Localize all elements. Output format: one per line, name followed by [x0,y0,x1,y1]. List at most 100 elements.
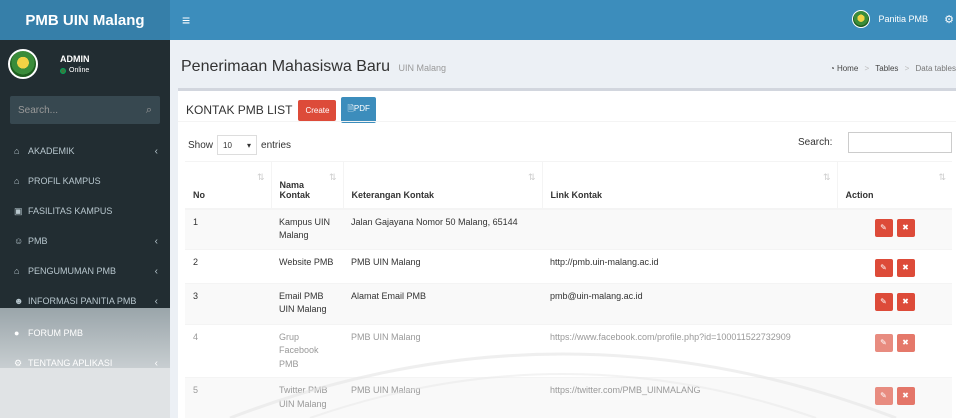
gear-icon[interactable]: ⚙ [944,13,954,26]
edit-button[interactable]: ✎ [874,258,893,277]
column-label: No [193,189,205,200]
box-header: KONTAK PMB LIST Create 🗎PDF [186,97,376,123]
delete-button[interactable]: ✖ [896,387,915,405]
breadcrumb-current: Data tables [915,64,956,73]
top-navbar: ≡ Panitia PMB ⚙ [170,0,956,40]
edit-icon: ✎ [880,391,887,400]
delete-button[interactable]: ✖ [896,218,915,237]
entries-label: entries [261,139,292,151]
sidebar-item-akademik[interactable]: ⌂ AKADEMIK ‹ [0,136,170,166]
cell-no: 3 [185,282,271,324]
sort-icon: ⇅ [527,172,536,182]
cell-link: https://twitter.com/PMB_UINMALANG [542,377,837,418]
delete-button[interactable]: ✖ [896,333,915,352]
column-header-no[interactable]: No ⇅ [185,161,272,210]
edit-button[interactable]: ✎ [874,333,893,352]
page-title-text: Penerimaan Mahasiswa Baru [181,58,390,75]
cell-nama: Twitter PMB UIN Malang [271,377,343,418]
column-label: Action [845,189,874,200]
sidebar-item-label: FASILITAS KAMPUS [28,206,113,216]
table-search-input[interactable] [848,132,952,153]
sidebar-item-pengumuman-pmb[interactable]: ⌂ PENGUMUMAN PMB ‹ [0,256,170,286]
pdf-button-label: PDF [353,104,370,113]
edit-icon: ✎ [880,296,887,306]
users-icon: ☺ [14,236,24,246]
sidebar-item-forum-pmb[interactable]: ● FORUM PMB [0,318,170,348]
cell-no: 5 [185,377,271,418]
sort-icon: ⇅ [328,172,337,182]
cell-no: 4 [185,323,271,378]
column-header-action[interactable]: Action ⇅ [837,161,952,210]
page-title: Penerimaan Mahasiswa Baru UIN Malang [181,58,446,76]
breadcrumb-home[interactable]: Home [837,64,858,73]
cell-link [542,208,837,249]
sidebar-item-label: PROFIL KAMPUS [28,176,101,186]
user-group-icon: ☻ [14,296,24,306]
edit-button[interactable]: ✎ [874,387,893,405]
edit-icon: ✎ [880,222,887,232]
table-row: 1 Kampus UIN Malang Jalan Gajayana Nomor… [185,208,952,249]
cell-nama: Website PMB [271,248,343,283]
sort-icon: ⇅ [938,172,946,182]
column-header-nama-kontak[interactable]: Nama Kontak ⇅ [271,161,344,210]
column-header-keterangan-kontak[interactable]: Keterangan Kontak ⇅ [343,161,543,210]
cell-nama: Grup Facebook PMB [271,323,343,378]
sidebar-search-placeholder: Search... [18,104,59,116]
entries-value: 10 [223,140,232,150]
edit-button[interactable]: ✎ [874,292,893,311]
menu-toggle-icon[interactable]: ≡ [182,12,190,28]
breadcrumb: ◔ Home > Tables > Data tables [829,64,956,73]
breadcrumb-tables[interactable]: Tables [875,64,898,73]
avatar [852,10,871,28]
dashboard-icon: ◔ [829,64,835,73]
show-label: Show [188,139,214,151]
user-menu[interactable]: Panitia PMB [852,10,928,28]
sidebar-item-pmb[interactable]: ☺ PMB ‹ [0,226,170,256]
edit-icon: ✎ [880,337,887,347]
cell-link: https://www.facebook.com/profile.php?id=… [542,323,837,378]
sidebar-item-label: TENTANG APLIKASI [28,358,113,368]
cell-nama: Email PMB UIN Malang [271,282,343,324]
column-label: Link Kontak [550,189,603,200]
user-status-label: Online [69,67,90,74]
bank-icon: ⌂ [14,266,20,276]
cell-action: ✎ ✖ [837,282,952,324]
box-title: KONTAK PMB LIST [186,103,293,117]
cell-nama: Kampus UIN Malang [271,208,343,249]
delete-button[interactable]: ✖ [896,292,915,311]
trash-icon: ✖ [902,391,909,400]
create-button[interactable]: Create [298,99,337,121]
pdf-button[interactable]: 🗎PDF [341,97,376,123]
sidebar-search-input[interactable]: Search... ⌕ [10,96,160,124]
edit-icon: ✎ [880,262,887,272]
page-subtitle: UIN Malang [398,63,446,73]
column-header-link-kontak[interactable]: Link Kontak ⇅ [542,161,838,210]
user-panel: ADMIN Online [0,40,170,88]
search-icon[interactable]: ⌕ [146,104,152,117]
user-name: ADMIN [60,54,90,64]
cell-keterangan: PMB UIN Malang [343,377,542,418]
sidebar-item-label: INFORMASI PANITIA PMB [28,296,137,306]
cell-no: 1 [185,208,271,249]
sidebar-item-label: PENGUMUMAN PMB [28,266,117,276]
cell-link: pmb@uin-malang.ac.id [542,282,837,324]
sort-icon: ⇅ [822,172,831,182]
entries-select[interactable]: 10 ▾ [217,135,258,155]
delete-button[interactable]: ✖ [896,258,915,277]
sidebar-item-label: PMB [28,236,48,246]
sidebar-item-fasilitas-kampus[interactable]: ▣ FASILITAS KAMPUS [0,196,170,226]
online-dot-icon [60,67,66,74]
gear-icon: ⚙ [14,357,23,368]
chevron-left-icon: ‹ [154,265,158,277]
chevron-left-icon: ‹ [154,145,158,157]
sidebar-item-profil-kampus[interactable]: ⌂ PROFIL KAMPUS [0,166,170,196]
home-icon: ⌂ [14,176,20,186]
sidebar-item-tentang-aplikasi[interactable]: ⚙ TENTANG APLIKASI ‹ [0,348,170,378]
user-status: Online [60,67,90,74]
sidebar-item-label: AKADEMIK [28,146,75,156]
edit-button[interactable]: ✎ [874,218,893,237]
app-logo[interactable]: PMB UIN Malang [0,0,170,40]
show-entries: Show 10 ▾ entries [188,135,291,155]
cell-keterangan: Jalan Gajayana Nomor 50 Malang, 65144 [343,208,542,249]
table-row: 3 Email PMB UIN Malang Alamat Email PMB … [185,282,952,324]
